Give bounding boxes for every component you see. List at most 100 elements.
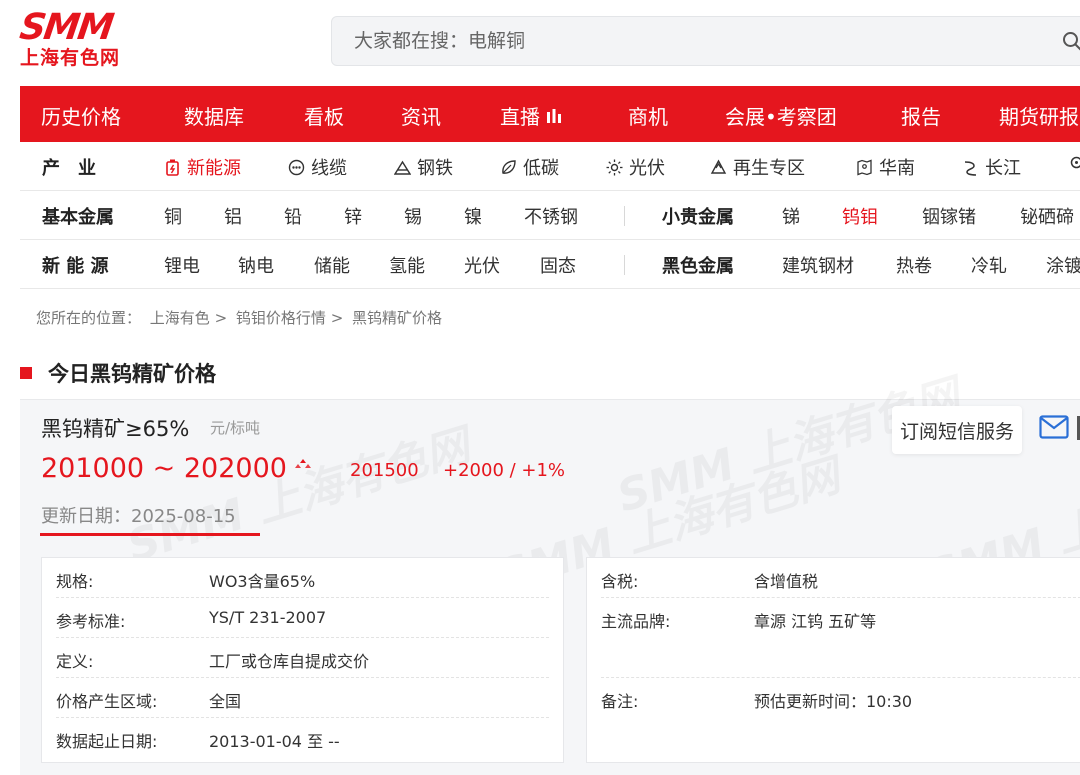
leaf-icon <box>502 159 516 174</box>
ne-lithium[interactable]: 锂电 <box>164 252 200 278</box>
ne-sodium[interactable]: 钠电 <box>238 252 274 278</box>
info-table-left: 规格: WO3含量65% 参考标准: YS/T 231-2007 定义: 工厂或… <box>41 557 564 763</box>
nav-exhibition[interactable]: 会展•考察团 <box>725 101 837 130</box>
nav-dashboard[interactable]: 看板 <box>304 101 344 130</box>
metal-indium-gallium[interactable]: 铟镓锗 <box>922 203 976 229</box>
row-divider <box>624 206 625 226</box>
ferrous-coated[interactable]: 涂镀 <box>1046 252 1080 278</box>
info-row: 数据起止日期: 2013-01-04 至 -- <box>56 718 549 758</box>
breadcrumb-home[interactable]: 上海有色 > <box>150 309 227 327</box>
price-card: SMM 上海有色网 SMM 上海有色网 SMM 上海有色网 SMM 上海有色网 … <box>20 370 1080 775</box>
search-input[interactable] <box>332 17 1032 65</box>
logo-text: SMM <box>17 7 115 48</box>
info-key: 含税: <box>601 572 639 591</box>
price-range-text: 201000 ~ 202000 <box>41 453 287 484</box>
search-icon[interactable] <box>1062 31 1080 51</box>
industry-south-china[interactable]: 华南 <box>856 154 915 180</box>
breadcrumb-current: 黑钨精矿价格 <box>352 309 443 327</box>
metal-aluminum[interactable]: 铝 <box>224 203 242 229</box>
info-key: 价格产生区域: <box>56 692 158 711</box>
river-icon <box>964 160 977 176</box>
sun-icon <box>606 159 623 175</box>
more-icon <box>1070 156 1080 169</box>
metal-nickel[interactable]: 镍 <box>464 203 482 229</box>
subscribe-sms-button[interactable]: 订阅短信服务 <box>892 406 1022 454</box>
ferrous-cold-rolled[interactable]: 冷轧 <box>971 252 1007 278</box>
industry-yangtze[interactable]: 长江 <box>962 154 1021 180</box>
header: SMM 上海有色网 <box>0 0 1080 86</box>
price-range: 201000 ~ 202000 <box>41 453 311 484</box>
new-energy-head: 新 能 源 <box>42 256 109 277</box>
average-price: 201500 <box>350 460 419 481</box>
product-name: 黑钨精矿≥65% <box>41 417 190 441</box>
live-bars-icon <box>547 108 561 123</box>
main-nav: 历史价格 数据库 看板 资讯 直播 商机 会展•考察团 报告 期货研报 <box>20 86 1080 142</box>
metal-zinc[interactable]: 锌 <box>344 203 362 229</box>
ne-photovoltaic[interactable]: 光伏 <box>464 252 500 278</box>
section-marker <box>20 367 32 379</box>
industry-head: 产 业 <box>42 158 96 179</box>
industry-more[interactable] <box>1068 154 1080 171</box>
info-value: 章源 江钨 五矿等 <box>754 612 877 631</box>
industry-steel[interactable]: 钢铁 <box>394 154 453 180</box>
info-value: WO3含量65% <box>209 572 316 591</box>
battery-icon <box>166 159 179 176</box>
industry-cable[interactable]: 线缆 <box>288 154 347 180</box>
metal-antimony[interactable]: 锑 <box>782 203 800 229</box>
cable-icon <box>288 159 305 175</box>
nav-database[interactable]: 数据库 <box>184 101 244 130</box>
info-key: 备注: <box>601 692 639 711</box>
info-row: 规格: WO3含量65% <box>56 558 549 598</box>
new-energy-row: 新 能 源 锂电 钠电 储能 氢能 光伏 固态 黑色金属 建筑钢材 热卷 冷轧 … <box>20 240 1080 289</box>
info-key: 数据起止日期: <box>56 732 158 751</box>
info-key: 定义: <box>56 652 94 671</box>
metal-copper[interactable]: 铜 <box>164 203 182 229</box>
breadcrumb: 您所在的位置： 上海有色 > 钨钼价格行情 > 黑钨精矿价格 <box>36 307 446 328</box>
ferrous-hot-coil[interactable]: 热卷 <box>896 252 932 278</box>
section-title: 今日黑钨精矿价格 <box>20 358 216 388</box>
ferrous-head: 黑色金属 <box>662 256 734 277</box>
logo-cn-text: 上海有色网 <box>20 47 121 69</box>
nav-report[interactable]: 报告 <box>901 101 941 130</box>
minor-metal-head: 小贵金属 <box>662 207 734 228</box>
info-value: 含增值税 <box>754 572 819 591</box>
info-row: 含税: 含增值税 <box>601 558 1080 598</box>
industry-new-energy[interactable]: 新能源 <box>164 154 241 180</box>
nav-live[interactable]: 直播 <box>500 101 562 130</box>
steel-icon <box>394 160 411 175</box>
nav-news[interactable]: 资讯 <box>401 101 441 130</box>
metal-tungsten-molybdenum[interactable]: 钨钼 <box>842 203 878 229</box>
info-row: 价格产生区域: 全国 <box>56 678 549 718</box>
price-up-icon <box>294 458 311 468</box>
map-icon <box>857 159 872 175</box>
nav-history-price[interactable]: 历史价格 <box>41 101 121 130</box>
info-row: 主流品牌: 章源 江钨 五矿等 <box>601 598 1080 678</box>
nav-futures-research[interactable]: 期货研报 <box>999 101 1079 130</box>
industry-recycling[interactable]: 再生专区 <box>710 154 805 180</box>
metal-lead[interactable]: 铅 <box>284 203 302 229</box>
ferrous-rebar[interactable]: 建筑钢材 <box>782 252 854 278</box>
ne-solid-state[interactable]: 固态 <box>540 252 576 278</box>
metal-tin[interactable]: 锡 <box>404 203 422 229</box>
row-divider <box>624 255 625 275</box>
section-title-text: 今日黑钨精矿价格 <box>48 362 216 386</box>
metal-stainless[interactable]: 不锈钢 <box>524 203 578 229</box>
info-value: 工厂或仓库自提成交价 <box>209 652 370 671</box>
info-row: 定义: 工厂或仓库自提成交价 <box>56 638 549 678</box>
info-key: 参考标准: <box>56 612 126 631</box>
info-value: 2013-01-04 至 -- <box>209 732 340 751</box>
update-underline <box>40 533 260 536</box>
recycle-icon <box>710 159 727 174</box>
mail-icon[interactable] <box>1039 415 1069 439</box>
industry-photovoltaic[interactable]: 光伏 <box>606 154 665 180</box>
ne-storage[interactable]: 储能 <box>314 252 350 278</box>
breadcrumb-tungsten[interactable]: 钨钼价格行情 > <box>236 309 343 327</box>
industry-low-carbon[interactable]: 低碳 <box>500 154 559 180</box>
metal-bismuth-selenium[interactable]: 铋硒碲 <box>1020 203 1074 229</box>
search-box[interactable] <box>331 16 1080 66</box>
smm-logo[interactable]: SMM 上海有色网 <box>17 7 135 74</box>
info-key: 主流品牌: <box>601 612 671 631</box>
nav-business[interactable]: 商机 <box>628 101 668 130</box>
ne-hydrogen[interactable]: 氢能 <box>389 252 425 278</box>
info-value: YS/T 231-2007 <box>209 608 327 627</box>
